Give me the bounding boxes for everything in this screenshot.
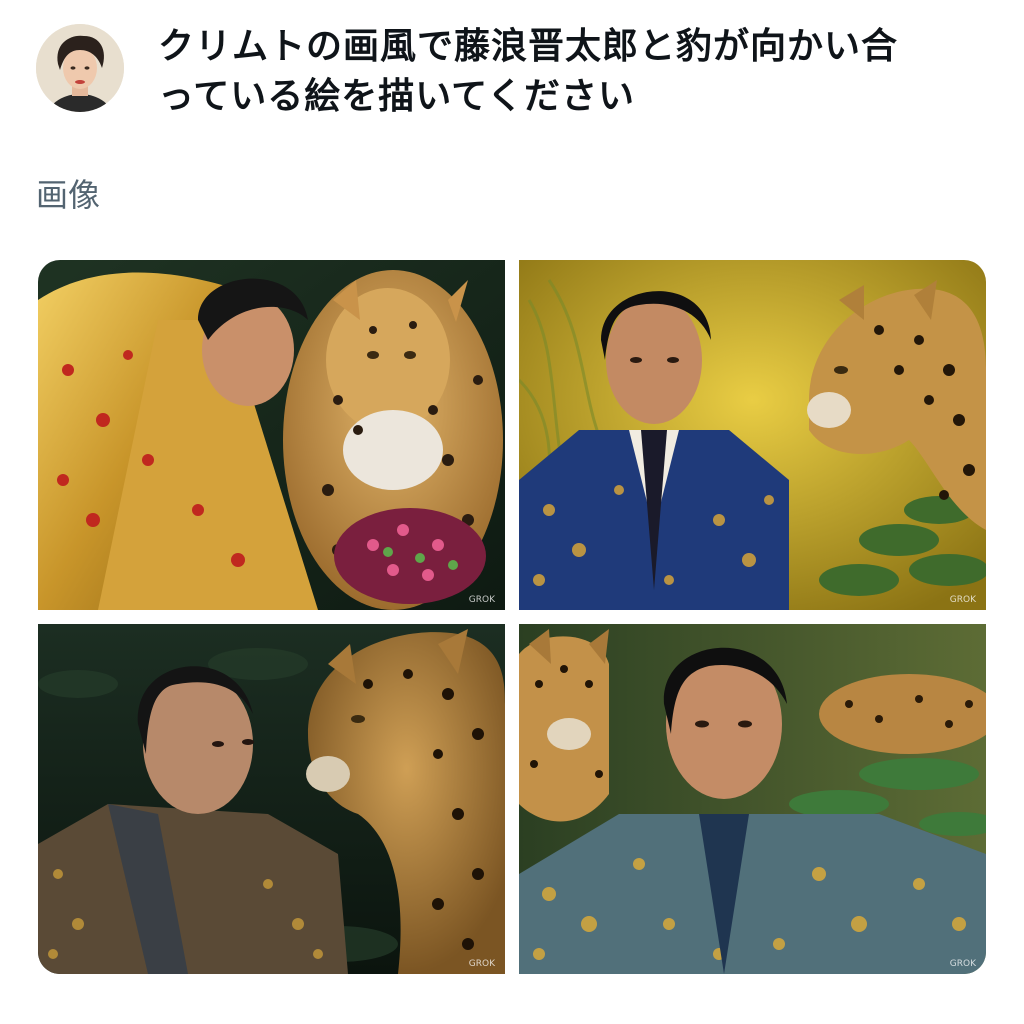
image-watermark: GROK xyxy=(468,959,495,969)
image-watermark: GROK xyxy=(468,595,495,605)
post-text-line-1: クリムトの画風で藤浪晋太郎と豹が向かい合 xyxy=(158,26,899,67)
post-text: クリムトの画風で藤浪晋太郎と豹が向かい合 っている絵を描いてください xyxy=(158,22,988,122)
generated-image-3[interactable]: GROK xyxy=(38,624,505,974)
generated-image-4[interactable]: GROK xyxy=(519,624,986,974)
post: クリムトの画風で藤浪晋太郎と豹が向かい合 っている絵を描いてください 画像 GR… xyxy=(0,0,1024,1024)
images-section-label: 画像 xyxy=(36,176,101,214)
image-watermark: GROK xyxy=(949,595,976,605)
post-text-line-2: っている絵を描いてください xyxy=(158,76,636,117)
generated-image-2[interactable]: GROK xyxy=(519,260,986,610)
user-avatar[interactable] xyxy=(36,24,124,112)
generated-image-1[interactable]: GROK xyxy=(38,260,505,610)
image-watermark: GROK xyxy=(949,959,976,969)
image-grid: GROK GROK GROK GROK xyxy=(38,260,986,974)
